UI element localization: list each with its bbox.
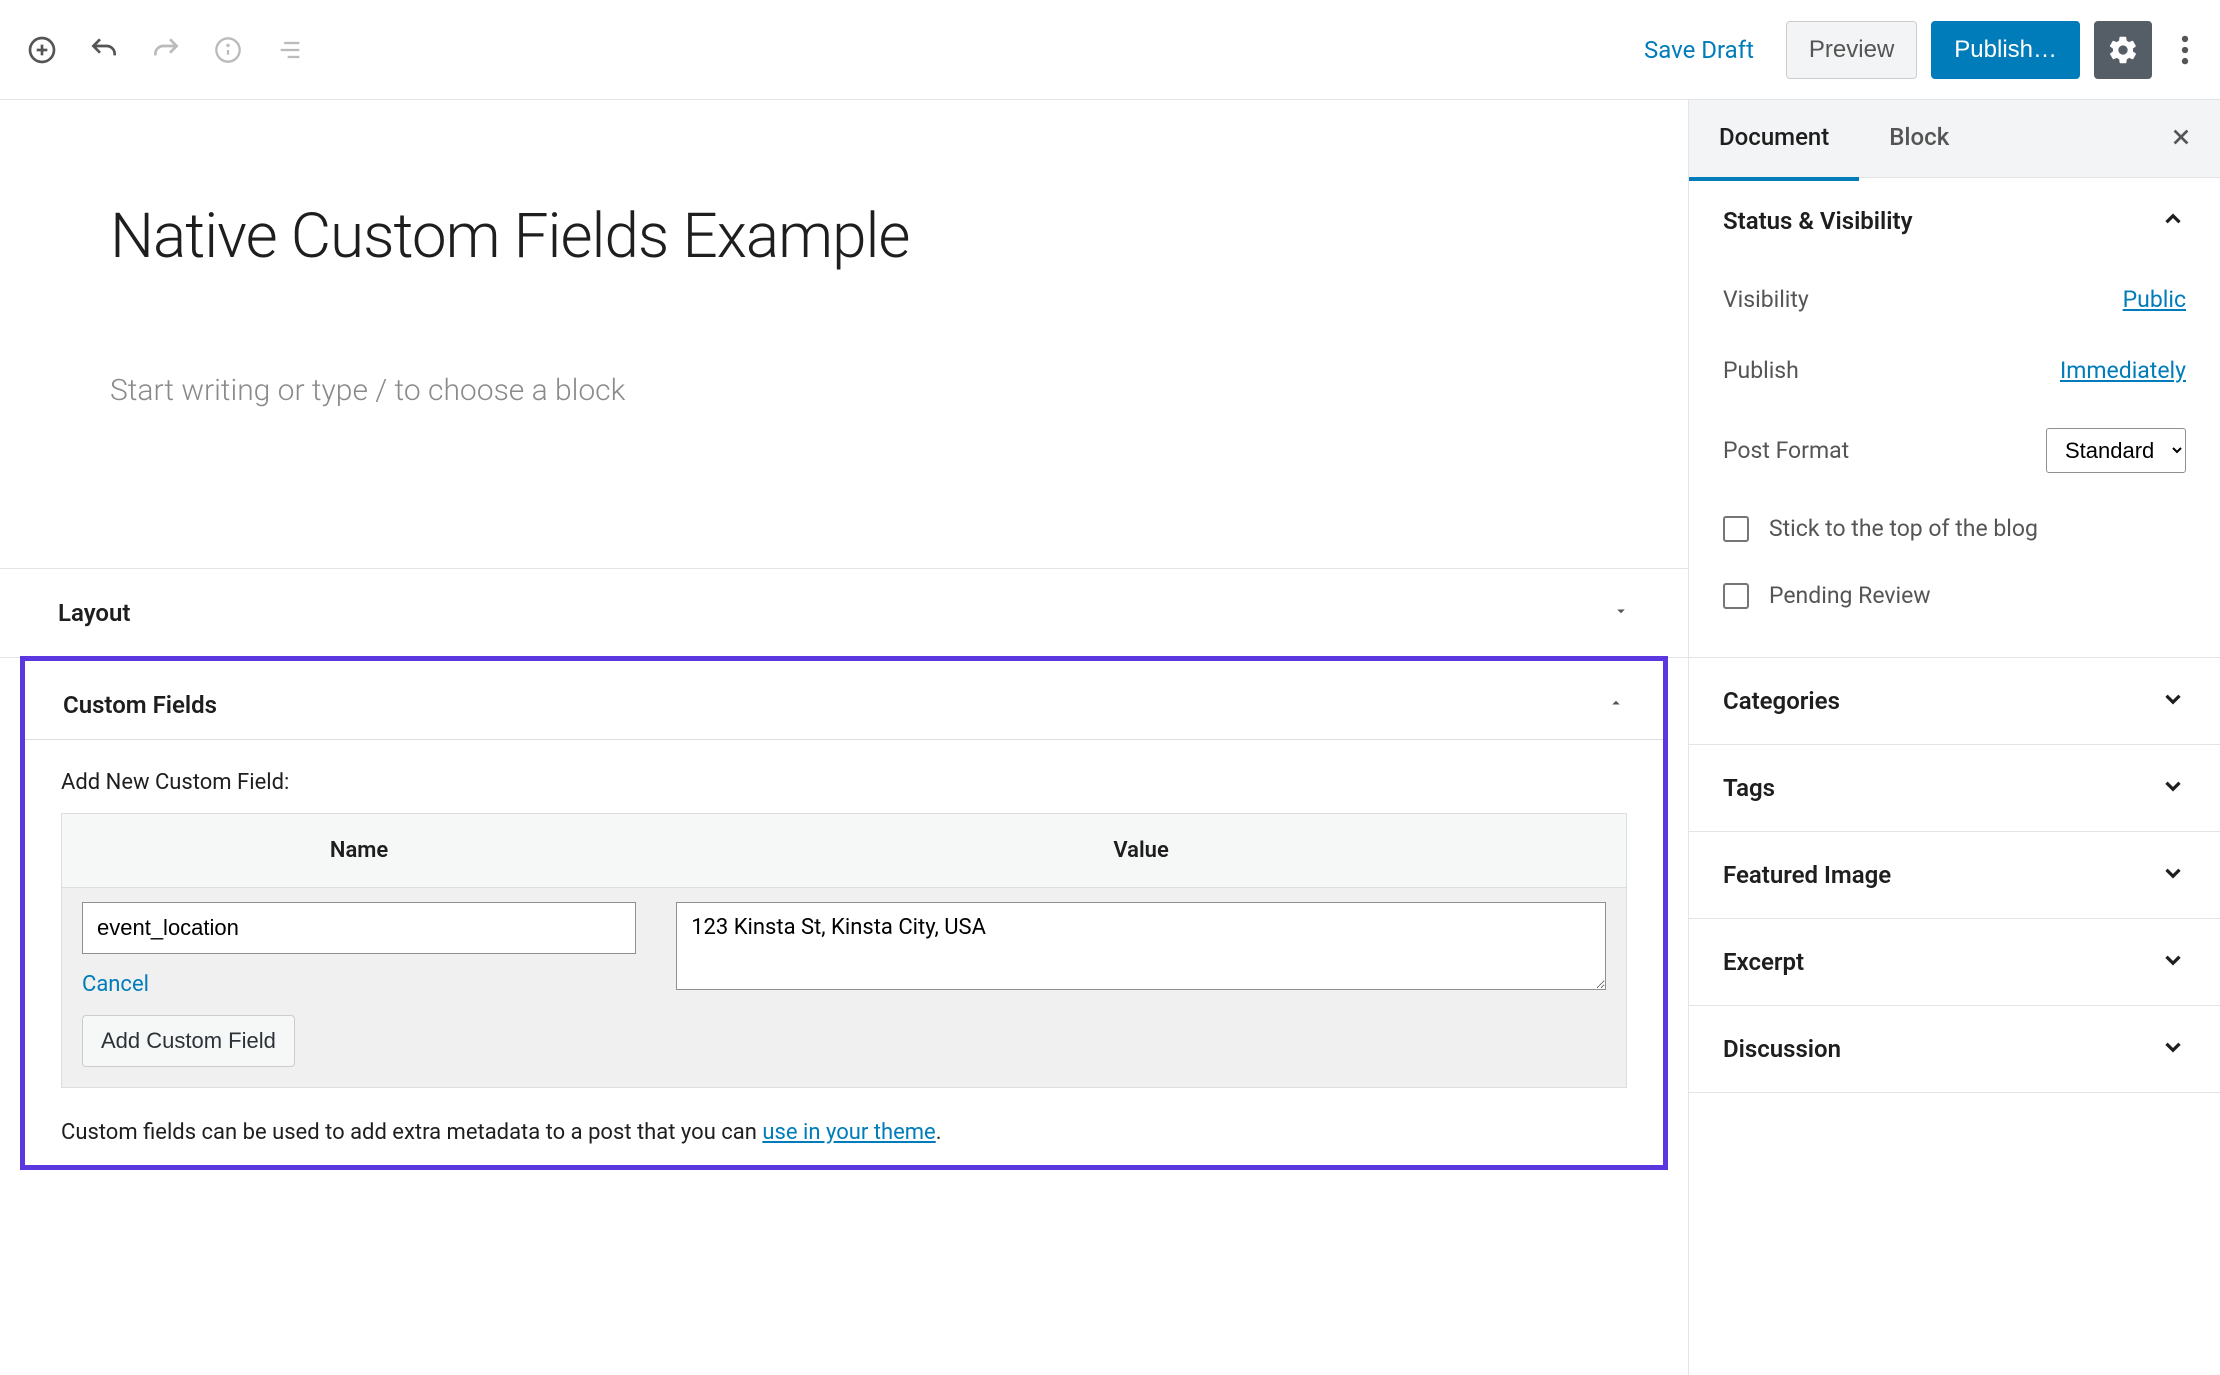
outline-icon[interactable]	[272, 32, 308, 68]
editor-area: Native Custom Fields Example Start writi…	[0, 100, 1688, 1375]
layout-metabox: Layout	[0, 569, 1688, 658]
panel-status-visibility: Status & Visibility Visibility Public Pu…	[1689, 178, 2220, 658]
post-title[interactable]: Native Custom Fields Example	[110, 200, 1578, 273]
add-custom-field-label: Add New Custom Field:	[61, 770, 1627, 795]
post-format-row: Post Format Standard	[1723, 406, 2186, 495]
panel-categories-header[interactable]: Categories	[1689, 658, 2220, 744]
cf-cancel-link[interactable]: Cancel	[82, 972, 149, 997]
cf-value-header: Value	[656, 814, 1626, 888]
chevron-down-icon	[2160, 773, 2186, 803]
triangle-up-icon	[1607, 694, 1625, 716]
custom-fields-metabox: Custom Fields Add New Custom Field: Name…	[20, 656, 1668, 1170]
cf-hint-link[interactable]: use in your theme	[762, 1120, 935, 1145]
panel-categories: Categories	[1689, 658, 2220, 745]
cf-hint: Custom fields can be used to add extra m…	[25, 1120, 1663, 1145]
cf-hint-suffix: .	[936, 1120, 942, 1145]
redo-icon	[148, 32, 184, 68]
pending-checkbox[interactable]	[1723, 583, 1749, 609]
visibility-row: Visibility Public	[1723, 264, 2186, 335]
chevron-down-icon	[2160, 686, 2186, 716]
info-icon[interactable]	[210, 32, 246, 68]
publish-label: Publish	[1723, 357, 1799, 384]
post-format-label: Post Format	[1723, 437, 1849, 464]
toolbar-left	[16, 32, 308, 68]
panel-discussion: Discussion	[1689, 1006, 2220, 1093]
triangle-down-icon	[1612, 602, 1630, 624]
layout-metabox-header[interactable]: Layout	[0, 569, 1688, 657]
visibility-label: Visibility	[1723, 286, 1809, 313]
publish-row: Publish Immediately	[1723, 335, 2186, 406]
chevron-up-icon	[2160, 206, 2186, 236]
cf-name-header: Name	[62, 814, 657, 888]
cf-value-textarea[interactable]: 123 Kinsta St, Kinsta City, USA	[676, 902, 1606, 990]
custom-fields-title: Custom Fields	[63, 691, 217, 719]
block-placeholder[interactable]: Start writing or type / to choose a bloc…	[110, 373, 1578, 408]
sidebar-tabs: Document Block	[1689, 100, 2220, 178]
visibility-value[interactable]: Public	[2123, 286, 2186, 313]
panel-tags-header[interactable]: Tags	[1689, 745, 2220, 831]
tab-document[interactable]: Document	[1689, 100, 1859, 181]
stick-checkbox[interactable]	[1723, 516, 1749, 542]
panel-excerpt: Excerpt	[1689, 919, 2220, 1006]
add-custom-field-button[interactable]: Add Custom Field	[82, 1015, 295, 1067]
settings-sidebar: Document Block Status & Visibility Visib…	[1688, 100, 2220, 1375]
settings-button[interactable]	[2094, 21, 2152, 79]
panel-status-title: Status & Visibility	[1723, 207, 1913, 235]
tab-block[interactable]: Block	[1859, 100, 1979, 181]
panel-excerpt-header[interactable]: Excerpt	[1689, 919, 2220, 1005]
save-draft-button[interactable]: Save Draft	[1626, 24, 1772, 76]
panel-status-header[interactable]: Status & Visibility	[1689, 178, 2220, 264]
panel-tags: Tags	[1689, 745, 2220, 832]
cf-name-input[interactable]	[82, 902, 636, 954]
panel-featured-image-header[interactable]: Featured Image	[1689, 832, 2220, 918]
publish-button[interactable]: Publish…	[1931, 21, 2080, 79]
publish-value[interactable]: Immediately	[2060, 357, 2186, 384]
editor-toolbar: Save Draft Preview Publish…	[0, 0, 2220, 100]
more-menu-icon[interactable]	[2166, 21, 2204, 79]
stick-row: Stick to the top of the blog	[1723, 495, 2186, 562]
chevron-down-icon	[2160, 947, 2186, 977]
add-block-icon[interactable]	[24, 32, 60, 68]
preview-button[interactable]: Preview	[1786, 21, 1917, 79]
chevron-down-icon	[2160, 1034, 2186, 1064]
panel-featured-image: Featured Image	[1689, 832, 2220, 919]
layout-metabox-title: Layout	[58, 599, 130, 627]
close-sidebar-icon[interactable]	[2142, 121, 2220, 156]
panel-discussion-header[interactable]: Discussion	[1689, 1006, 2220, 1092]
undo-icon[interactable]	[86, 32, 122, 68]
custom-fields-table: Name Value Cancel Add Custom Field	[61, 813, 1627, 1088]
toolbar-right: Save Draft Preview Publish…	[1626, 21, 2204, 79]
stick-label: Stick to the top of the blog	[1769, 515, 2038, 542]
pending-label: Pending Review	[1769, 582, 1931, 609]
pending-row: Pending Review	[1723, 562, 2186, 629]
custom-fields-header[interactable]: Custom Fields	[25, 661, 1663, 740]
post-format-select[interactable]: Standard	[2046, 428, 2186, 473]
chevron-down-icon	[2160, 860, 2186, 890]
cf-hint-text: Custom fields can be used to add extra m…	[61, 1120, 762, 1145]
